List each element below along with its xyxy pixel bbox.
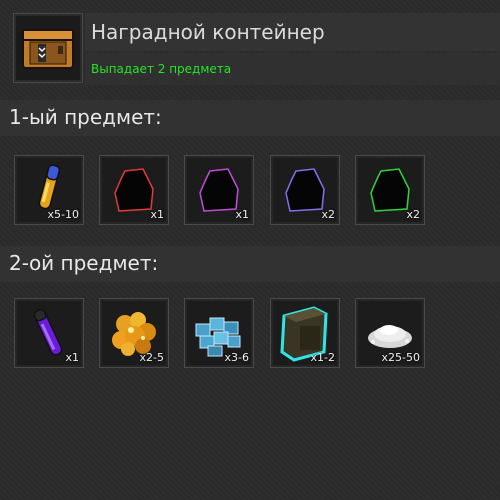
title-bar: Наградной контейнер bbox=[85, 13, 500, 51]
item-slot[interactable]: x2 bbox=[270, 155, 340, 225]
item-quantity: x1 bbox=[235, 208, 249, 221]
item-slot[interactable]: x1 bbox=[184, 155, 254, 225]
item-quantity: x5-10 bbox=[47, 208, 79, 221]
item-slot[interactable]: x2-5 bbox=[99, 298, 169, 368]
container-title: Наградной контейнер bbox=[91, 20, 325, 44]
item-slot[interactable]: x5-10 bbox=[14, 155, 84, 225]
section-label-2: 2-ой предмет: bbox=[9, 251, 159, 275]
item-quantity: x2 bbox=[406, 208, 420, 221]
item-quantity: x3-6 bbox=[224, 351, 249, 364]
item-quantity: x2 bbox=[321, 208, 335, 221]
drop-count-text: Выпадает 2 предмета bbox=[91, 62, 232, 76]
item-quantity: x1-2 bbox=[310, 351, 335, 364]
section-header-1: 1-ый предмет: bbox=[0, 100, 500, 136]
item-slot[interactable]: x25-50 bbox=[355, 298, 425, 368]
header-item-slot bbox=[13, 13, 83, 83]
item-slot[interactable]: x3-6 bbox=[184, 298, 254, 368]
item-quantity: x2-5 bbox=[139, 351, 164, 364]
subtitle-bar: Выпадает 2 предмета bbox=[85, 53, 500, 85]
item-slot[interactable]: x1-2 bbox=[270, 298, 340, 368]
item-slot[interactable]: x1 bbox=[14, 298, 84, 368]
section-label-1: 1-ый предмет: bbox=[9, 105, 162, 129]
item-quantity: x1 bbox=[65, 351, 79, 364]
item-slot[interactable]: x2 bbox=[355, 155, 425, 225]
section-header-2: 2-ой предмет: bbox=[0, 246, 500, 282]
item-quantity: x1 bbox=[150, 208, 164, 221]
reward-container-icon bbox=[22, 29, 74, 69]
item-slot[interactable]: x1 bbox=[99, 155, 169, 225]
item-quantity: x25-50 bbox=[381, 351, 420, 364]
